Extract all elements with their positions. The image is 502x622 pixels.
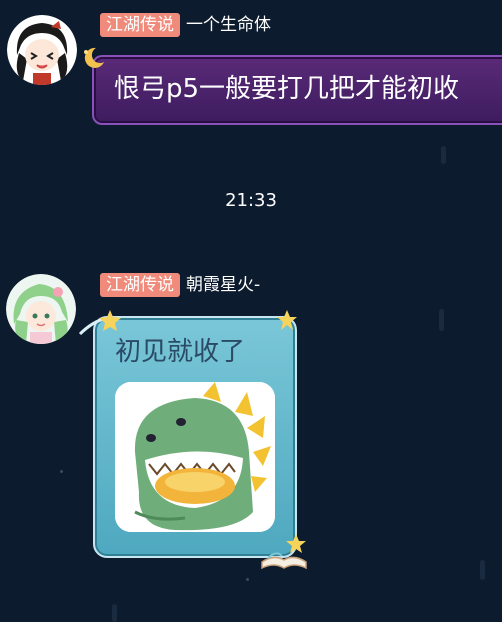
group-title-badge: 江湖传说 [100, 13, 180, 37]
star-icon [277, 310, 297, 330]
message-text: 初见就收了 [115, 337, 246, 367]
star-sparkle-icon [78, 310, 121, 336]
background-streak [480, 560, 485, 580]
background-streak [439, 309, 444, 331]
sender-name-row: 江湖传说 朝霞星火- [100, 273, 260, 297]
group-title-badge: 江湖传说 [100, 273, 180, 297]
sender-nickname[interactable]: 一个生命体 [186, 13, 271, 37]
background-streak [441, 146, 446, 164]
avatar-sender-1[interactable] [7, 15, 77, 85]
sender-nickname[interactable]: 朝霞星火- [186, 273, 260, 297]
background-streak [112, 604, 117, 622]
message-bubble[interactable]: 初见就收了 [93, 316, 297, 558]
background-star [60, 470, 63, 473]
sender-name-row: 江湖传说 一个生命体 [100, 13, 271, 37]
open-book-icon [261, 534, 307, 570]
dinosaur-sticker-image[interactable] [115, 382, 275, 532]
background-star [246, 578, 249, 581]
moon-icon [84, 47, 104, 68]
message-timestamp: 21:33 [225, 190, 277, 211]
message-bubble[interactable]: 恨弓p5一般要打几把才能初收 [92, 55, 502, 125]
message-text: 恨弓p5一般要打几把才能初收 [114, 74, 460, 104]
avatar-sender-2[interactable] [6, 274, 76, 344]
